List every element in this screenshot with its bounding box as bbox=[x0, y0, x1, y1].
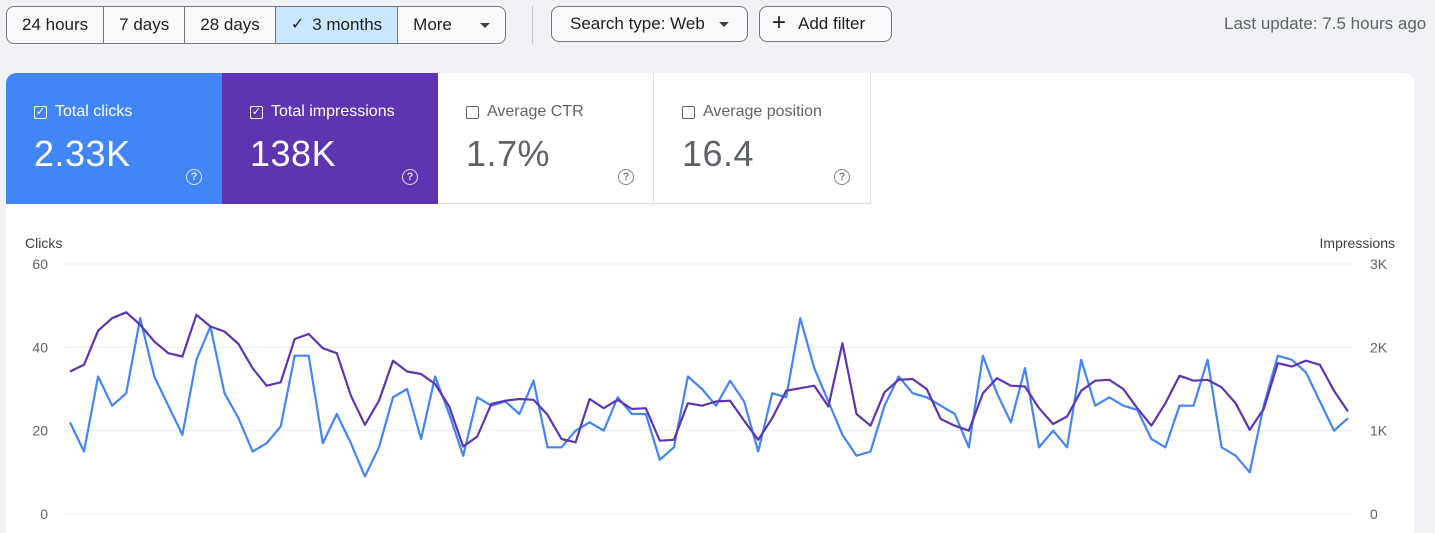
search-type-label: Search type: Web bbox=[570, 14, 705, 33]
performance-chart: Clicks Impressions 60 3K 40 2K 20 1K 0 0 bbox=[6, 204, 1414, 533]
toolbar-divider bbox=[532, 6, 533, 44]
right-axis-title: Impressions bbox=[1320, 235, 1395, 251]
metric-label: ✓ Total impressions bbox=[250, 103, 395, 121]
impressions-series-line bbox=[69, 311, 1349, 448]
range-24-hours[interactable]: 24 hours bbox=[7, 7, 105, 43]
plus-icon: + bbox=[772, 9, 787, 36]
checkbox-unchecked-icon bbox=[466, 105, 479, 119]
clicks-series-line bbox=[69, 317, 1349, 478]
range-7-days[interactable]: 7 days bbox=[104, 7, 186, 43]
toolbar: 24 hours 7 days 28 days ✓ 3 months More S… bbox=[0, 0, 1435, 54]
search-type-dropdown[interactable]: Search type: Web bbox=[551, 6, 748, 42]
grid-layer bbox=[64, 263, 1352, 515]
help-icon[interactable]: ? bbox=[834, 169, 850, 185]
metric-value: 138K bbox=[250, 133, 337, 174]
range-label: 28 days bbox=[200, 15, 260, 34]
chart-svg: Clicks Impressions 60 3K 40 2K 20 1K 0 0 bbox=[25, 235, 1395, 522]
range-label: More bbox=[413, 15, 452, 34]
left-tick-label: 0 bbox=[40, 506, 48, 522]
metric-label-text: Average CTR bbox=[487, 103, 584, 120]
add-filter-label: Add filter bbox=[798, 14, 866, 33]
metric-label-text: Total impressions bbox=[271, 103, 395, 120]
last-update-text: Last update: 7.5 hours ago bbox=[1224, 14, 1427, 33]
add-filter-button[interactable]: + Add filter bbox=[759, 6, 892, 42]
checkbox-checked-icon: ✓ bbox=[250, 105, 263, 119]
right-tick-label: 0 bbox=[1370, 506, 1378, 522]
range-label: 24 hours bbox=[22, 15, 89, 34]
help-icon[interactable]: ? bbox=[618, 169, 634, 185]
metric-value: 1.7% bbox=[466, 133, 551, 174]
right-tick-label: 2K bbox=[1370, 339, 1388, 355]
metric-total-impressions[interactable]: ✓ Total impressions 138K ? bbox=[222, 73, 438, 204]
date-range-selector: 24 hours 7 days 28 days ✓ 3 months More bbox=[6, 6, 506, 44]
right-tick-label: 3K bbox=[1370, 256, 1388, 272]
metric-label: Average position bbox=[682, 103, 822, 121]
metric-label-text: Total clicks bbox=[55, 103, 133, 120]
help-icon[interactable]: ? bbox=[402, 169, 418, 185]
metric-label: ✓ Total clicks bbox=[34, 103, 132, 121]
range-label: 7 days bbox=[119, 15, 170, 34]
caret-down-icon bbox=[719, 21, 729, 27]
range-28-days[interactable]: 28 days bbox=[185, 7, 276, 43]
caret-down-icon bbox=[479, 22, 490, 28]
metric-average-position[interactable]: Average position 16.4 ? bbox=[654, 73, 871, 204]
range-3-months[interactable]: ✓ 3 months bbox=[275, 7, 399, 43]
series-layer bbox=[69, 311, 1349, 478]
metric-value: 16.4 bbox=[682, 133, 755, 174]
left-tick-label: 40 bbox=[32, 339, 48, 355]
metric-total-clicks[interactable]: ✓ Total clicks 2.33K ? bbox=[6, 73, 222, 204]
help-icon[interactable]: ? bbox=[186, 169, 202, 185]
range-more-dropdown[interactable]: More bbox=[398, 7, 505, 43]
check-icon: ✓ bbox=[290, 16, 305, 33]
left-tick-label: 20 bbox=[32, 423, 48, 439]
checkbox-unchecked-icon bbox=[682, 105, 695, 119]
left-axis-title: Clicks bbox=[25, 235, 62, 251]
checkbox-checked-icon: ✓ bbox=[34, 105, 47, 119]
range-label: 3 months bbox=[312, 15, 383, 34]
right-tick-label: 1K bbox=[1370, 423, 1388, 439]
left-tick-label: 60 bbox=[32, 256, 48, 272]
metric-average-ctr[interactable]: Average CTR 1.7% ? bbox=[438, 73, 654, 204]
metric-label-text: Average position bbox=[703, 103, 822, 120]
metric-value: 2.33K bbox=[34, 133, 131, 174]
metric-label: Average CTR bbox=[466, 103, 584, 121]
performance-card: ✓ Total clicks 2.33K ? ✓ Total impressio… bbox=[6, 73, 1414, 533]
ticks-layer: 60 3K 40 2K 20 1K 0 0 bbox=[32, 256, 1387, 522]
